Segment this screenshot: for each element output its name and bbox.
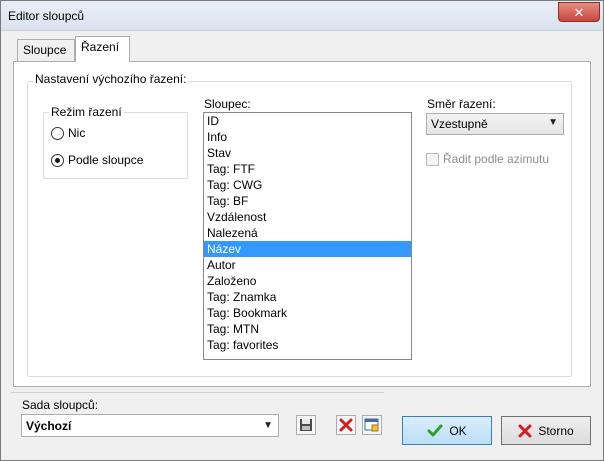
- column-list-item[interactable]: Autor: [204, 257, 411, 273]
- column-list-item[interactable]: Tag: favorites: [204, 337, 411, 353]
- azimuth-checkbox-row[interactable]: Řadit podle azimutu: [426, 152, 549, 166]
- column-list-item[interactable]: Tag: MTN: [204, 321, 411, 337]
- tab-sorting-label: Řazení: [81, 40, 120, 54]
- direction-value: Vzestupně: [431, 117, 488, 131]
- close-button[interactable]: ✕: [558, 2, 600, 22]
- delete-set-button[interactable]: [336, 415, 356, 435]
- chevron-down-icon: ▼: [548, 117, 558, 128]
- divider: [11, 392, 384, 393]
- column-list-item[interactable]: Stav: [204, 145, 411, 161]
- column-list-item[interactable]: Tag: BF: [204, 193, 411, 209]
- column-label: Sloupec:: [204, 97, 251, 111]
- column-list-item[interactable]: Tag: Bookmark: [204, 305, 411, 321]
- column-list-item[interactable]: ID: [204, 113, 411, 129]
- sort-mode-group: [43, 112, 188, 179]
- ok-button[interactable]: OK: [402, 416, 492, 445]
- column-list-item[interactable]: Info: [204, 129, 411, 145]
- radio-none-label: Nic: [68, 126, 86, 140]
- radio-by-column-circle[interactable]: [51, 153, 64, 167]
- window-title: Editor sloupců: [8, 9, 85, 23]
- close-icon: ✕: [573, 4, 585, 20]
- radio-none[interactable]: Nic: [51, 125, 85, 141]
- default-sort-group-legend: Nastavení výchozího řazení:: [33, 72, 189, 86]
- save-set-button[interactable]: [296, 415, 316, 435]
- column-set-value: Výchozí: [26, 419, 72, 433]
- save-icon: [300, 419, 312, 431]
- title-bar: Editor sloupců ✕: [1, 1, 603, 31]
- radio-by-column-label: Podle sloupce: [68, 153, 144, 167]
- azimuth-checkbox[interactable]: [426, 152, 439, 166]
- chevron-down-icon: ▼: [263, 420, 273, 431]
- azimuth-label: Řadit podle azimutu: [443, 152, 550, 166]
- column-list-item[interactable]: Tag: FTF: [204, 161, 411, 177]
- close-icon: [518, 424, 532, 437]
- column-list-item[interactable]: Nalezená: [204, 225, 411, 241]
- radio-none-circle[interactable]: [51, 126, 64, 140]
- ok-label: OK: [449, 423, 467, 438]
- check-icon: [427, 424, 443, 436]
- sort-mode-legend: Režim řazení: [49, 105, 124, 119]
- cancel-label: Storno: [538, 423, 574, 438]
- column-listbox[interactable]: ID Info Stav Tag: FTF Tag: CWG Tag: BF Vzdálen…: [203, 112, 412, 360]
- column-list-item[interactable]: Název: [204, 241, 411, 257]
- column-set-label: Sada sloupců:: [22, 398, 99, 412]
- tab-columns[interactable]: Sloupce: [17, 39, 75, 61]
- tab-sorting[interactable]: Řazení: [75, 36, 130, 62]
- rename-set-button[interactable]: [362, 415, 382, 435]
- delete-icon: [339, 418, 353, 432]
- cancel-button[interactable]: Storno: [501, 416, 591, 445]
- column-list-item[interactable]: Tag: Znamka: [204, 289, 411, 305]
- edit-icon: [364, 418, 379, 432]
- tab-columns-label: Sloupce: [23, 43, 67, 57]
- direction-label: Směr řazení:: [427, 97, 496, 111]
- column-set-select[interactable]: Výchozí ▼: [21, 414, 279, 437]
- direction-select[interactable]: Vzestupně ▼: [426, 113, 564, 135]
- column-list-item[interactable]: Založeno: [204, 273, 411, 289]
- editor-window: Editor sloupců ✕ Sloupce Řazení Nastaven…: [0, 0, 604, 461]
- radio-by-column[interactable]: Podle sloupce: [51, 152, 143, 168]
- column-list-item[interactable]: Vzdálenost: [204, 209, 411, 225]
- column-list-item[interactable]: Tag: CWG: [204, 177, 411, 193]
